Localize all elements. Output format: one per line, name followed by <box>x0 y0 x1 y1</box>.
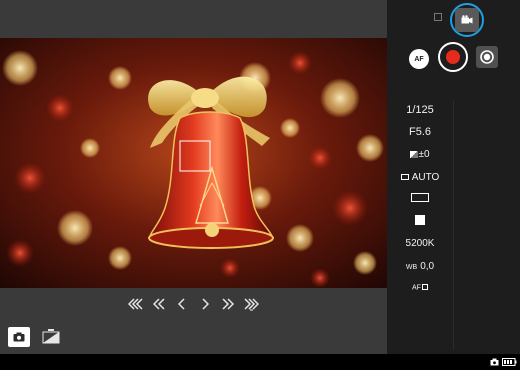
shutter-button[interactable] <box>476 46 498 68</box>
exposure-compare-button[interactable] <box>40 327 62 347</box>
autofocus-button[interactable]: AF <box>409 49 429 69</box>
picture-style-icon <box>415 215 425 225</box>
skip-forward-icon <box>222 298 234 310</box>
skip-forward-far-button[interactable] <box>240 294 262 314</box>
autofocus-icon: AF <box>414 55 424 63</box>
shutter-icon <box>480 50 494 64</box>
af-mode-value: AF <box>412 284 421 292</box>
step-forward-icon <box>202 298 209 310</box>
metering-mode-setting[interactable] <box>387 193 453 205</box>
color-temperature-value[interactable]: 5200K <box>387 238 453 249</box>
iso-value: AUTO <box>411 172 440 183</box>
record-button[interactable] <box>438 42 468 72</box>
panel-divider <box>453 100 454 350</box>
skip-back-far-icon <box>128 298 143 310</box>
still-shooting-button[interactable] <box>8 327 30 347</box>
white-balance-value: 0,0 <box>420 261 435 272</box>
white-balance-icon: WB <box>405 264 418 271</box>
shutter-speed-value[interactable]: 1/125 <box>387 104 453 116</box>
camera-settings-panel: AF 1/125 F5.6 ±0 AUTO 5200K WB 0,0 AF <box>387 0 520 354</box>
iso-setting[interactable]: AUTO <box>387 172 453 183</box>
exposure-comp-value: ±0 <box>418 149 430 160</box>
exposure-comp-setting[interactable]: ±0 <box>387 149 453 160</box>
metering-mode-icon <box>411 193 429 202</box>
still-mode-icon[interactable] <box>434 13 442 21</box>
white-balance-setting[interactable]: WB 0,0 <box>387 261 453 272</box>
preview-top-bar <box>0 0 387 38</box>
live-view-preview[interactable] <box>0 38 387 288</box>
iso-icon <box>400 174 409 180</box>
skip-back-far-button[interactable] <box>125 294 147 314</box>
indicator-dot <box>250 309 253 311</box>
af-area-icon <box>421 284 428 290</box>
movie-mode-icon <box>461 15 473 24</box>
exposure-compare-icon <box>42 329 60 344</box>
status-bar <box>0 354 520 370</box>
camera-icon <box>490 358 499 366</box>
step-forward-button[interactable] <box>194 294 216 314</box>
battery-icon <box>502 358 517 366</box>
still-camera-icon <box>13 332 25 342</box>
live-view-image <box>0 38 387 288</box>
skip-back-icon <box>153 298 165 310</box>
step-back-icon <box>178 298 185 310</box>
playback-navigation-bar <box>0 288 387 320</box>
skip-back-button[interactable] <box>148 294 170 314</box>
movie-mode-button[interactable] <box>455 8 479 32</box>
step-back-button[interactable] <box>171 294 193 314</box>
capture-mode-bar <box>0 320 387 354</box>
record-icon <box>446 50 460 64</box>
af-mode-setting[interactable]: AF <box>387 284 453 292</box>
picture-style-setting[interactable] <box>387 215 453 228</box>
skip-forward-button[interactable] <box>217 294 239 314</box>
aperture-value[interactable]: F5.6 <box>387 126 453 138</box>
